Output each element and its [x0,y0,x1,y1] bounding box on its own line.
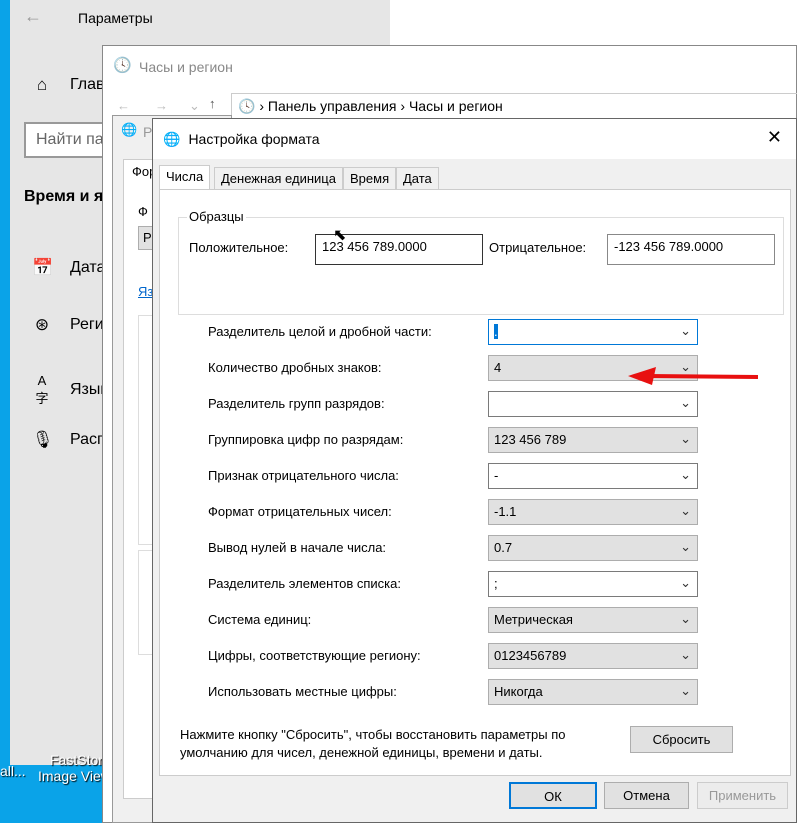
row-label: Признак отрицательного числа: [208,468,399,483]
row-label: Вывод нулей в начале числа: [208,540,387,555]
reset-button[interactable]: Сбросить [630,726,733,753]
row-label: Разделитель элементов списка: [208,576,401,591]
nav-forward-icon[interactable]: → [155,98,168,113]
row-select[interactable]: 0123456789 ⌄ [488,643,698,669]
chevron-down-icon[interactable]: ⌄ [680,431,691,447]
select-value: ; [494,576,498,591]
apply-button[interactable]: Применить [697,782,788,809]
chevron-down-icon[interactable]: ⌄ [680,395,691,411]
chevron-down-icon[interactable]: ⌄ [680,323,691,339]
language-icon: A字 [35,373,49,406]
row-label: Система единиц: [208,612,312,627]
background-window [390,0,797,45]
desktop-icon-label[interactable]: all... [0,763,26,779]
home-icon: ⌂ [36,75,48,94]
chevron-down-icon[interactable]: ⌄ [680,575,691,591]
nav-up-icon[interactable]: ↑ [209,96,216,111]
samples-group-label: Образцы [187,209,246,224]
chevron-down-icon[interactable]: ⌄ [680,539,691,555]
chevron-down-icon[interactable]: ⌄ [680,683,691,699]
settings-item-region[interactable]: ⊛ Регио [32,315,113,335]
row-select[interactable]: 123 456 789 ⌄ [488,427,698,453]
select-value: 0.7 [494,540,513,555]
section-heading: Время и я [24,188,104,205]
positive-label: Положительное: [189,240,289,255]
dialog-titlebar: 🌐 Настройка формата ✕ [153,119,796,159]
clock-icon: 🕓 [113,57,132,74]
numbers-tab-panel: Образцы Положительное: 123 456 789.0000 … [159,189,791,776]
negative-sample: -123 456 789.0000 [607,234,775,265]
settings-item-date[interactable]: 📅 Дата [32,258,105,278]
calendar-icon: 📅 [32,258,54,277]
row-label: Цифры, соответствующие региону: [208,648,421,663]
row-select[interactable]: Метрическая ⌄ [488,607,698,633]
address-bar[interactable]: 🕓 › Панель управления › Часы и регион [231,93,797,119]
breadcrumb-item[interactable]: Часы и регион [409,98,503,114]
row-select[interactable]: . ⌄ [488,319,698,345]
microphone-icon: 🎙 [32,430,54,449]
row-select[interactable]: 0.7 ⌄ [488,535,698,561]
settings-title: Параметры [78,10,153,26]
format-settings-dialog: 🌐 Настройка формата ✕ Числа Денежная еди… [152,118,797,823]
row-select[interactable]: - ⌄ [488,463,698,489]
row-label: Разделитель групп разрядов: [208,396,385,411]
row-select[interactable]: ⌄ [488,391,698,417]
item-label: Дата [70,259,106,276]
arrow-head [628,367,656,385]
row-select[interactable]: ; ⌄ [488,571,698,597]
cancel-button[interactable]: Отмена [604,782,689,809]
select-value: -1.1 [494,504,517,519]
globe-icon: ⊛ [34,315,50,334]
chevron-down-icon[interactable]: ⌄ [680,503,691,519]
clock-icon: 🕓 [238,98,256,114]
row-select[interactable]: -1.1 ⌄ [488,499,698,525]
row-select[interactable]: Никогда ⌄ [488,679,698,705]
row-label: Группировка цифр по разрядам: [208,432,404,447]
negative-label: Отрицательное: [489,240,587,255]
select-value: 4 [494,360,502,375]
select-value: Метрическая [494,612,573,627]
chevron-down-icon[interactable]: ⌄ [680,611,691,627]
tab-numbers[interactable]: Числа [159,165,211,190]
select-value: - [494,468,499,483]
control-panel-title: Часы и регион [139,59,233,75]
mouse-cursor-icon: ⬉ [333,227,347,244]
ok-button[interactable]: ОК [509,782,597,809]
tab-date[interactable]: Дата [396,167,439,189]
dialog-title: Настройка формата [188,131,320,147]
region-field-label: Ф [138,204,148,219]
select-value: 0123456789 [494,648,567,663]
chevron-down-icon[interactable]: ⌄ [680,467,691,483]
close-icon[interactable]: ✕ [767,127,782,148]
row-label: Разделитель целой и дробной части: [208,324,432,339]
tab-time[interactable]: Время [343,167,397,189]
tab-currency[interactable]: Денежная единица [214,167,343,189]
samples-group: Образцы Положительное: 123 456 789.0000 … [178,209,784,315]
globe-clock-icon: 🌐 [163,130,181,147]
chevron-down-icon[interactable]: ⌄ [680,647,691,663]
recent-chevron-icon[interactable]: ⌄ [189,98,200,114]
globe-icon: 🌐 [121,122,138,137]
red-arrow-annotation [628,367,759,385]
back-arrow-icon[interactable]: ← [24,6,42,27]
breadcrumb-item[interactable]: Панель управления [268,98,397,114]
row-label: Использовать местные цифры: [208,684,397,699]
settings-item-language[interactable]: A字 Язык [32,373,107,407]
select-value: Никогда [494,684,543,699]
region-title: Р [143,124,153,140]
row-label: Формат отрицательных чисел: [208,504,392,519]
select-value: 123 456 789 [494,432,567,447]
nav-back-icon[interactable]: ← [117,98,130,113]
row-label: Количество дробных знаков: [208,360,382,375]
select-value: . [494,324,498,339]
arrow-shaft [647,374,759,379]
reset-note: Нажмите кнопку "Сбросить", чтобы восстан… [180,727,566,760]
